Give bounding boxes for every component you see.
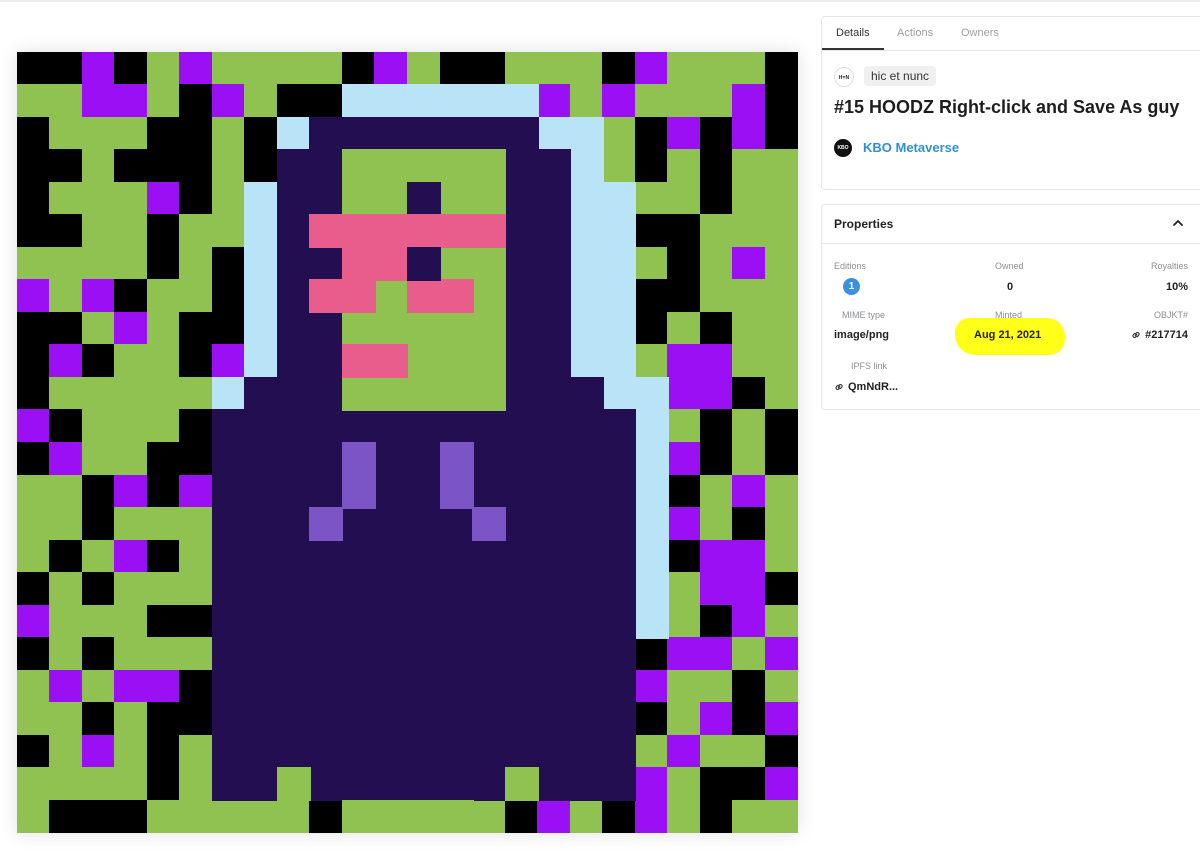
owned-value: 0 — [1007, 281, 1014, 293]
token-title: #15 HOODZ Right-click and Save As guy — [834, 97, 1180, 117]
properties-header[interactable]: Properties — [822, 205, 1200, 244]
mime-type-value: image/png — [834, 329, 890, 341]
objkt-link[interactable]: #217714 — [1131, 329, 1188, 341]
minted-date-value: Aug 21, 2021 — [974, 329, 1042, 341]
tab-details[interactable]: Details — [836, 27, 870, 39]
collection-avatar-icon: KBO — [834, 139, 852, 157]
active-tab-indicator — [822, 48, 884, 50]
link-icon — [835, 384, 843, 391]
editions-label: Editions — [834, 261, 867, 271]
tab-bar: Details Actions Owners — [822, 17, 1200, 51]
tab-actions[interactable]: Actions — [897, 27, 933, 39]
mime-type-label: MIME type — [842, 310, 886, 320]
royalties-label: Royalties — [1150, 261, 1188, 271]
top-divider — [0, 0, 1200, 2]
royalties-value: 10% — [1165, 281, 1188, 293]
tab-owners[interactable]: Owners — [961, 27, 999, 39]
ipfs-value: QmNdR... — [848, 381, 899, 393]
pixel-art-canvas — [17, 52, 798, 833]
chevron-up-icon[interactable] — [1170, 215, 1186, 231]
objkt-value: #217714 — [1145, 329, 1188, 341]
ipfs-link[interactable]: QmNdR... — [834, 381, 898, 393]
ipfs-label: IPFS link — [851, 361, 888, 371]
objkt-label: OBJKT# — [1153, 310, 1188, 320]
collection-link[interactable]: KBO Metaverse — [863, 140, 959, 155]
properties-title: Properties — [834, 217, 894, 231]
nft-artwork[interactable] — [17, 52, 798, 833]
editions-badge: 1 — [843, 278, 860, 295]
owned-label: Owned — [995, 261, 1024, 271]
platform-logo-icon: H=N — [834, 67, 854, 87]
properties-card: Properties Editions 1 Owned 0 Royalties … — [821, 204, 1200, 410]
details-card: Details Actions Owners H=N hic et nunc #… — [821, 16, 1200, 190]
minted-label: Minted — [995, 310, 1023, 320]
platform-chip[interactable]: hic et nunc — [864, 66, 937, 86]
link-icon — [1132, 332, 1140, 339]
